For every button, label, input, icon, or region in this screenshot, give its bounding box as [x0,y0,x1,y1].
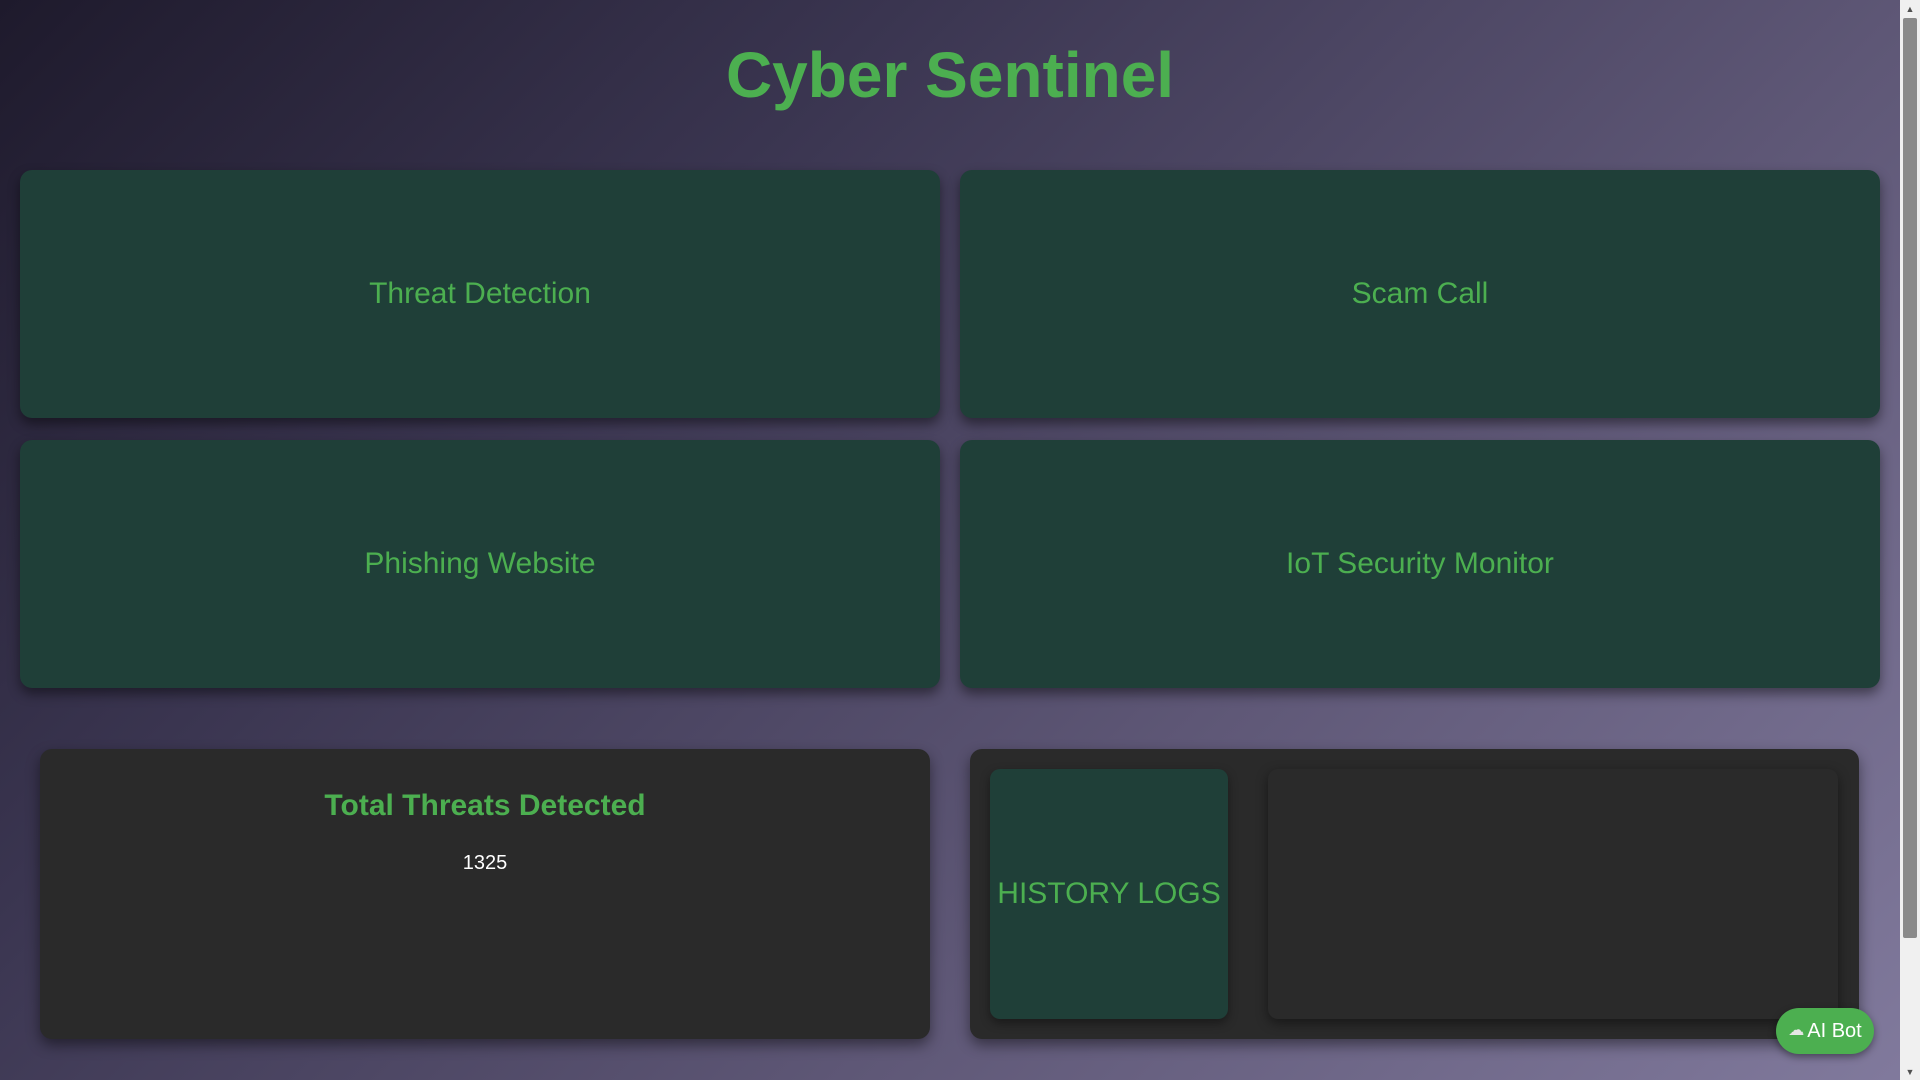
history-logs-button[interactable]: HISTORY LOGS [990,769,1228,1019]
stats-heading: Total Threats Detected [324,789,646,822]
scroll-up-arrow-icon[interactable]: ▲ [1900,0,1920,17]
phishing-website-card[interactable]: Phishing Website [20,440,940,688]
threat-stats-panel: Total Threats Detected 1325 [40,749,930,1039]
history-panel: HISTORY LOGS [970,749,1859,1039]
robot-icon: ☁ [1788,1022,1805,1039]
threat-detection-label: Threat Detection [369,277,591,310]
scam-call-card[interactable]: Scam Call [960,170,1880,418]
iot-security-monitor-card[interactable]: IoT Security Monitor [960,440,1880,688]
scrollbar-thumb[interactable] [1903,18,1917,938]
page-title: Cyber Sentinel [725,39,1175,111]
threat-detection-card[interactable]: Threat Detection [20,170,940,418]
vertical-scrollbar[interactable]: ▲ ▼ [1900,0,1920,1080]
phishing-website-label: Phishing Website [364,547,596,580]
dashboard-page: Cyber Sentinel Threat Detection Scam Cal… [0,0,1900,1080]
ai-bot-button[interactable]: ☁ AI Bot [1776,1008,1874,1054]
scroll-down-arrow-icon[interactable]: ▼ [1900,1063,1920,1080]
total-threats-count: 1325 [462,852,508,874]
iot-security-monitor-label: IoT Security Monitor [1286,547,1554,580]
history-logs-label: HISTORY LOGS [997,877,1221,910]
scam-call-label: Scam Call [1351,277,1489,310]
ai-bot-label: AI Bot [1807,1019,1862,1042]
history-log-area [1268,769,1838,1019]
